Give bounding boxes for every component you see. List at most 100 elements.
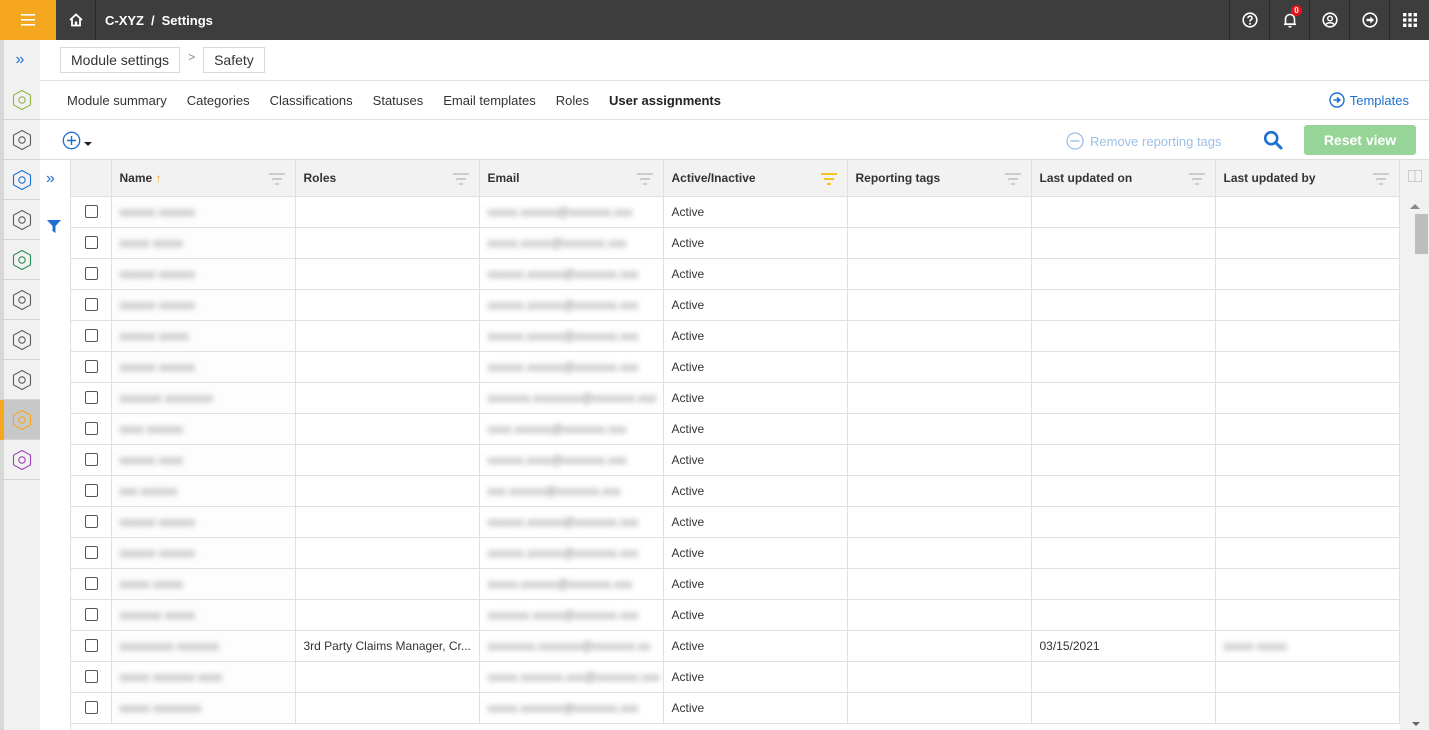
remove-reporting-tags-button[interactable]: Remove reporting tags [1066,132,1222,150]
select-cell[interactable] [71,537,112,569]
row-checkbox[interactable] [85,546,98,559]
table-row[interactable]: xxxxxxx xxxxxxxx xxxxxxx.xxxxxxxx@xxxxxxx… [71,382,1429,414]
profile-button[interactable] [1309,0,1349,40]
table-row[interactable]: xxxxx xxxxxxxx xxxxx.xxxxxxx@xxxxxxx.xxx A… [71,692,1429,724]
column-header-reporting-tags[interactable]: Reporting tags [847,160,1032,197]
select-cell[interactable] [71,320,112,352]
reset-view-button[interactable]: Reset view [1304,125,1416,155]
select-cell[interactable] [71,599,112,631]
column-header-active-inactive[interactable]: Active/Inactive [663,160,848,197]
tab-categories[interactable]: Categories [187,93,250,108]
select-cell[interactable] [71,692,112,724]
rail-item-module-10[interactable] [0,440,40,480]
breadcrumb-safety[interactable]: Safety [203,47,265,73]
row-checkbox[interactable] [85,670,98,683]
select-cell[interactable] [71,196,112,228]
rail-item-module-4[interactable] [0,200,40,240]
select-cell[interactable] [71,630,112,662]
column-chooser-button[interactable] [1399,160,1429,197]
help-button[interactable] [1229,0,1269,40]
table-row[interactable]: xxxxxx xxxxxxxxxxx.xxxxxx@xxxxxxx.xxxAct… [71,320,1429,352]
select-cell[interactable] [71,413,112,445]
select-cell[interactable] [71,227,112,259]
rail-item-module-8[interactable] [0,360,40,400]
select-cell[interactable] [71,661,112,693]
row-checkbox[interactable] [85,453,98,466]
rail-item-module-6[interactable] [0,280,40,320]
table-row[interactable]: xxxxxx xxxxxx xxxxxx.xxxxxx@xxxxxxx.xxx Ac… [71,289,1429,321]
table-row[interactable]: xxxxxx xxxxxx xxxxxx.xxxxxx@xxxxxxx.xxx Ac… [71,537,1429,569]
table-row[interactable]: xxxxxx xxxxxx xxxxxx.xxxxxx@xxxxxxx.xxx Ac… [71,351,1429,383]
row-checkbox[interactable] [85,205,98,218]
vertical-scrollbar[interactable] [1400,196,1429,730]
add-dropdown-button[interactable] [62,131,92,150]
row-checkbox[interactable] [85,360,98,373]
select-cell[interactable] [71,258,112,290]
row-checkbox[interactable] [85,701,98,714]
apps-button[interactable] [1389,0,1429,40]
logout-button[interactable] [1349,0,1389,40]
column-filter-icon[interactable] [268,173,285,188]
table-row[interactable]: xxxxx xxxxxxx xxxx xxxxx.xxxxxxx.xxx@xxxx… [71,661,1429,693]
select-cell[interactable] [71,351,112,383]
row-checkbox[interactable] [85,298,98,311]
tab-email-templates[interactable]: Email templates [443,93,535,108]
row-checkbox[interactable] [85,608,98,621]
select-cell[interactable] [71,568,112,600]
home-button[interactable] [56,0,96,40]
column-header-last-updated-by[interactable]: Last updated by [1215,160,1400,197]
column-header-last-updated-on[interactable]: Last updated on [1031,160,1216,197]
table-row[interactable]: xxx xxxxxx xxx.xxxxxx@xxxxxxx.xxx Active [71,475,1429,507]
row-checkbox[interactable] [85,391,98,404]
rail-item-module-2[interactable] [0,120,40,160]
select-cell[interactable] [71,475,112,507]
table-row[interactable]: xxxxxxx xxxxx xxxxxxx.xxxxx@xxxxxxx.xxx Ac… [71,599,1429,631]
templates-link[interactable]: Templates [1329,92,1409,108]
table-row[interactable]: xxxxx xxxxx xxxxx.xxxxxx@xxxxxxx.xxx Activ… [71,568,1429,600]
rail-item-safety-module[interactable] [0,400,40,440]
column-header-email[interactable]: Email [479,160,664,197]
table-row[interactable]: xxxxxx xxxxxxxxxxx.xxxxxx@xxxxxxx.xxxAct… [71,196,1429,228]
expand-rail-button[interactable]: » [0,40,40,80]
select-cell[interactable] [71,382,112,414]
tab-module-summary[interactable]: Module summary [67,93,167,108]
row-checkbox[interactable] [85,577,98,590]
column-header-roles[interactable]: Roles [295,160,480,197]
column-filter-icon[interactable] [636,173,653,188]
rail-item-module-3[interactable] [0,160,40,200]
column-filter-icon[interactable] [1188,173,1205,188]
row-checkbox[interactable] [85,515,98,528]
search-button[interactable] [1263,130,1283,153]
tab-classifications[interactable]: Classifications [270,93,353,108]
table-row[interactable]: xxxxxx xxxxxx xxxxxx.xxxxxx@xxxxxxx.xxx Ac… [71,506,1429,538]
tab-user-assignments[interactable]: User assignments [609,93,721,108]
select-cell[interactable] [71,289,112,321]
column-filter-icon[interactable] [1004,173,1021,188]
column-filter-icon[interactable] [1372,173,1389,188]
row-checkbox[interactable] [85,422,98,435]
column-filter-icon[interactable] [452,173,469,188]
tab-roles[interactable]: Roles [556,93,589,108]
tab-statuses[interactable]: Statuses [373,93,424,108]
row-checkbox[interactable] [85,236,98,249]
column-header-name[interactable]: Name ↑ [111,160,296,197]
scroll-up-arrow[interactable] [1410,204,1420,209]
select-cell[interactable] [71,444,112,476]
row-checkbox[interactable] [85,639,98,652]
row-checkbox[interactable] [85,267,98,280]
rail-item-module-7[interactable] [0,320,40,360]
table-row[interactable]: xxxxxx xxxx xxxxxx.xxxx@xxxxxxx.xxx Active [71,444,1429,476]
filter-panel-button[interactable] [47,220,61,236]
expand-panel-button[interactable]: » [46,170,55,188]
row-checkbox[interactable] [85,329,98,342]
table-row[interactable]: xxxxx xxxxx xxxxx.xxxxx@xxxxxxx.xxx Active [71,227,1429,259]
column-filter-active-icon[interactable] [820,173,837,188]
row-checkbox[interactable] [85,484,98,497]
scroll-thumb[interactable] [1415,214,1428,254]
scroll-down-arrow[interactable] [1412,722,1420,726]
table-row[interactable]: xxxxxxxxx xxxxxxx 3rd Party Claims Manage… [71,630,1429,662]
table-row[interactable]: xxxxxx xxxxxx xxxxxx.xxxxxx@xxxxxxx.xxx Ac… [71,258,1429,290]
breadcrumb-module-settings[interactable]: Module settings [60,47,181,73]
select-cell[interactable] [71,506,112,538]
hamburger-menu-button[interactable] [0,0,56,40]
